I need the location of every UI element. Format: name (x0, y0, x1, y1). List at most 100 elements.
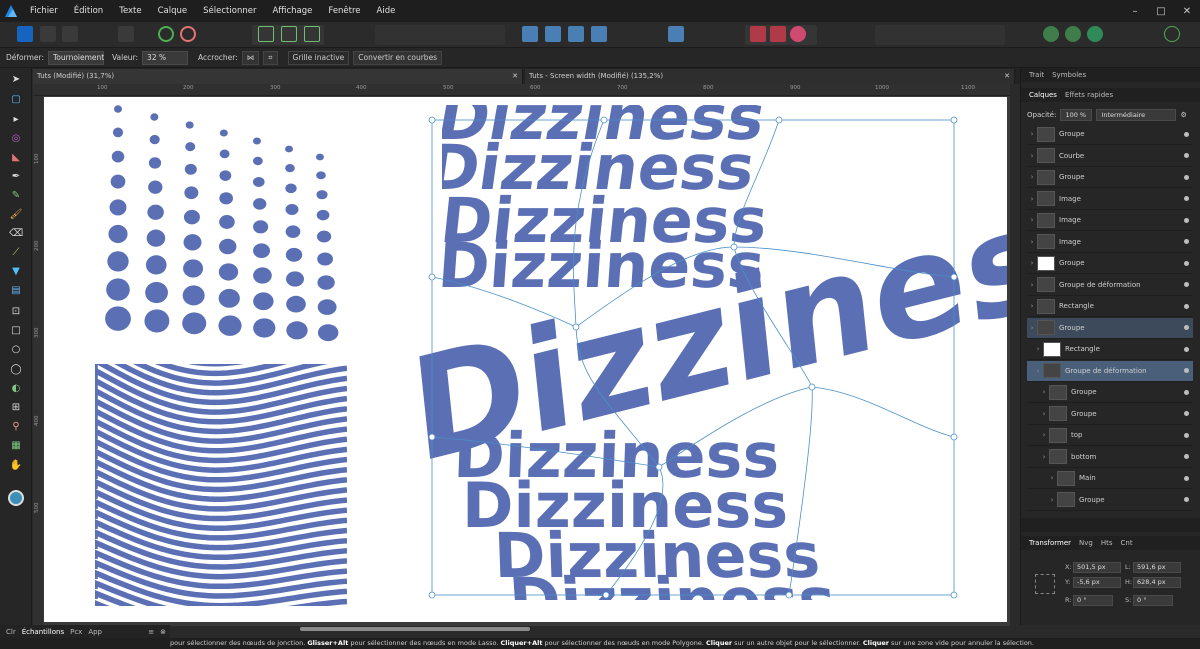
layer-row[interactable]: › Rectangle (1027, 339, 1193, 360)
expand-chevron-icon[interactable]: › (1027, 281, 1037, 289)
panel-close-icon[interactable]: ⊗ (160, 628, 166, 636)
menu-selectionner[interactable]: Sélectionner (203, 6, 256, 16)
flip-vertical-icon[interactable] (545, 26, 561, 42)
tab-echantillons[interactable]: Échantillons (22, 628, 64, 636)
user-account-icon[interactable] (1164, 26, 1180, 42)
tab-hts[interactable]: Hts (1101, 539, 1113, 547)
tab-symboles[interactable]: Symboles (1052, 71, 1086, 79)
visibility-dot-icon[interactable] (1184, 497, 1189, 502)
snap-grid-icon[interactable]: ⌗ (263, 50, 278, 65)
layer-row[interactable]: › bottom (1027, 447, 1193, 468)
layer-row[interactable]: › Main (1027, 468, 1193, 489)
snap-icon[interactable] (258, 26, 274, 42)
opacity-input[interactable]: 100 % (1060, 109, 1093, 121)
visibility-dot-icon[interactable] (1184, 475, 1189, 481)
pen-tool-icon[interactable]: ✒ (9, 169, 23, 183)
layer-row[interactable]: › Image (1027, 232, 1193, 253)
menu-edition[interactable]: Édition (74, 6, 103, 16)
expand-chevron-icon[interactable]: › (1047, 496, 1057, 504)
expand-chevron-icon[interactable]: › (1027, 259, 1037, 267)
visibility-dot-icon[interactable] (1184, 174, 1189, 180)
tab-nvg[interactable]: Nvg (1079, 539, 1093, 547)
tab-clr[interactable]: Clr (6, 628, 16, 636)
shear-input[interactable]: 0 ° (1133, 595, 1173, 606)
rotate-icon[interactable] (568, 26, 584, 42)
visibility-dot-icon[interactable] (1184, 325, 1189, 330)
rotate-cw-icon[interactable] (591, 26, 607, 42)
close-window-icon[interactable]: ✕ (1174, 6, 1200, 17)
hand-tool-icon[interactable]: ✋ (9, 458, 23, 472)
artboard-tool-icon[interactable]: ▢ (9, 92, 23, 106)
layer-row[interactable]: › Groupe (1027, 253, 1193, 274)
dizziness-text-artwork[interactable]: DizzinessDizzinessDizzinessDizzinessDizz… (404, 97, 1007, 622)
anchor-grid-icon[interactable] (1035, 574, 1055, 594)
boolean-subtract-icon[interactable] (770, 26, 786, 42)
layer-row[interactable]: › Groupe de déformation (1027, 275, 1193, 296)
height-input[interactable]: 628,4 px (1133, 577, 1181, 588)
layer-row[interactable]: › Groupe (1027, 382, 1193, 403)
brush-tool-icon[interactable]: 🖌 (9, 207, 23, 221)
dot-grid-artwork[interactable] (105, 105, 339, 342)
layer-row[interactable]: › Groupe (1027, 317, 1193, 339)
visibility-dot-icon[interactable] (1184, 389, 1189, 395)
tab-pcx[interactable]: Pcx (70, 628, 82, 636)
layer-row[interactable]: › Rectangle (1027, 296, 1193, 317)
rectangle-tool-icon[interactable]: □ (9, 323, 23, 337)
layer-row[interactable]: › top (1027, 425, 1193, 446)
layer-row[interactable]: › Groupe (1027, 490, 1193, 511)
tab-tuts[interactable]: Tuts (Modifié) (31,7%) ✕ (33, 69, 523, 84)
color-swatch-icon[interactable] (8, 490, 24, 506)
expand-chevron-icon[interactable]: › (1047, 474, 1057, 482)
expand-chevron-icon[interactable]: › (1027, 152, 1037, 160)
visibility-dot-icon[interactable] (1184, 411, 1189, 416)
shape-tool-icon[interactable]: ◯ (9, 362, 23, 376)
menu-affichage[interactable]: Affichage (272, 6, 312, 16)
menu-fenetre[interactable]: Fenêtre (328, 6, 360, 16)
expand-chevron-icon[interactable]: › (1039, 388, 1049, 396)
tab-transformer[interactable]: Transformer (1029, 539, 1071, 547)
deformer-select[interactable]: Tournoiement (47, 50, 104, 65)
panel-menu-icon[interactable]: ≡ (148, 628, 154, 636)
menu-calque[interactable]: Calque (158, 6, 188, 16)
gradient-swatch-icon[interactable]: ▦ (9, 438, 23, 452)
expand-chevron-icon[interactable]: › (1027, 238, 1037, 246)
layer-row[interactable]: › Groupe (1027, 124, 1193, 145)
expand-chevron-icon[interactable]: › (1027, 195, 1037, 203)
visibility-dot-icon[interactable] (1184, 217, 1189, 223)
convert-to-curves-button[interactable]: Convertir en courbes (353, 50, 443, 65)
visibility-dot-icon[interactable] (1184, 368, 1189, 373)
contour-tool-icon[interactable]: ◎ (9, 131, 23, 145)
visibility-dot-icon[interactable] (1184, 196, 1189, 201)
expand-chevron-icon[interactable]: › (1027, 173, 1037, 181)
expand-chevron-icon[interactable]: › (1027, 216, 1037, 224)
visibility-dot-icon[interactable] (1184, 432, 1189, 438)
flip-horizontal-icon[interactable] (522, 26, 538, 42)
export-persona-icon[interactable] (62, 26, 78, 42)
layer-row[interactable]: › Groupe de déformation (1027, 360, 1193, 382)
visibility-dot-icon[interactable] (1184, 282, 1189, 287)
pixel-persona-icon[interactable] (40, 26, 56, 42)
snapping-manager-icon[interactable] (1065, 26, 1081, 42)
node-tool-icon[interactable]: ▸ (9, 112, 23, 126)
paint-tool-icon[interactable]: ⟋ (9, 245, 23, 259)
settings-gear-icon[interactable] (158, 26, 174, 42)
designer-persona-icon[interactable] (17, 26, 33, 42)
fill-tool-icon[interactable]: ◣ (9, 150, 23, 164)
expand-chevron-icon[interactable]: › (1033, 367, 1043, 375)
expand-chevron-icon[interactable]: › (1039, 410, 1049, 418)
expand-chevron-icon[interactable]: › (1039, 431, 1049, 439)
align-icon[interactable] (668, 26, 684, 42)
snap-mode-icon[interactable]: ⋈ (241, 50, 260, 65)
grille-toggle[interactable]: Grille inactive (287, 50, 350, 65)
tab-tuts-screen-width[interactable]: Tuts - Screen width (Modifié) (135,2%) ✕ (525, 69, 1015, 84)
visibility-dot-icon[interactable] (1184, 303, 1189, 309)
fill-bucket-icon[interactable]: ▼ (9, 264, 23, 278)
transparency-tool-icon[interactable]: ◐ (9, 381, 23, 395)
menu-fichier[interactable]: Fichier (30, 6, 58, 16)
gradient-tool-icon[interactable]: ▤ (9, 283, 23, 297)
expand-chevron-icon[interactable]: › (1039, 453, 1049, 461)
layer-row[interactable]: › Courbe (1027, 146, 1193, 167)
preferences-gear-icon[interactable] (180, 26, 196, 42)
visibility-dot-icon[interactable] (1184, 454, 1189, 459)
tab-effets-rapides[interactable]: Effets rapides (1065, 91, 1113, 99)
